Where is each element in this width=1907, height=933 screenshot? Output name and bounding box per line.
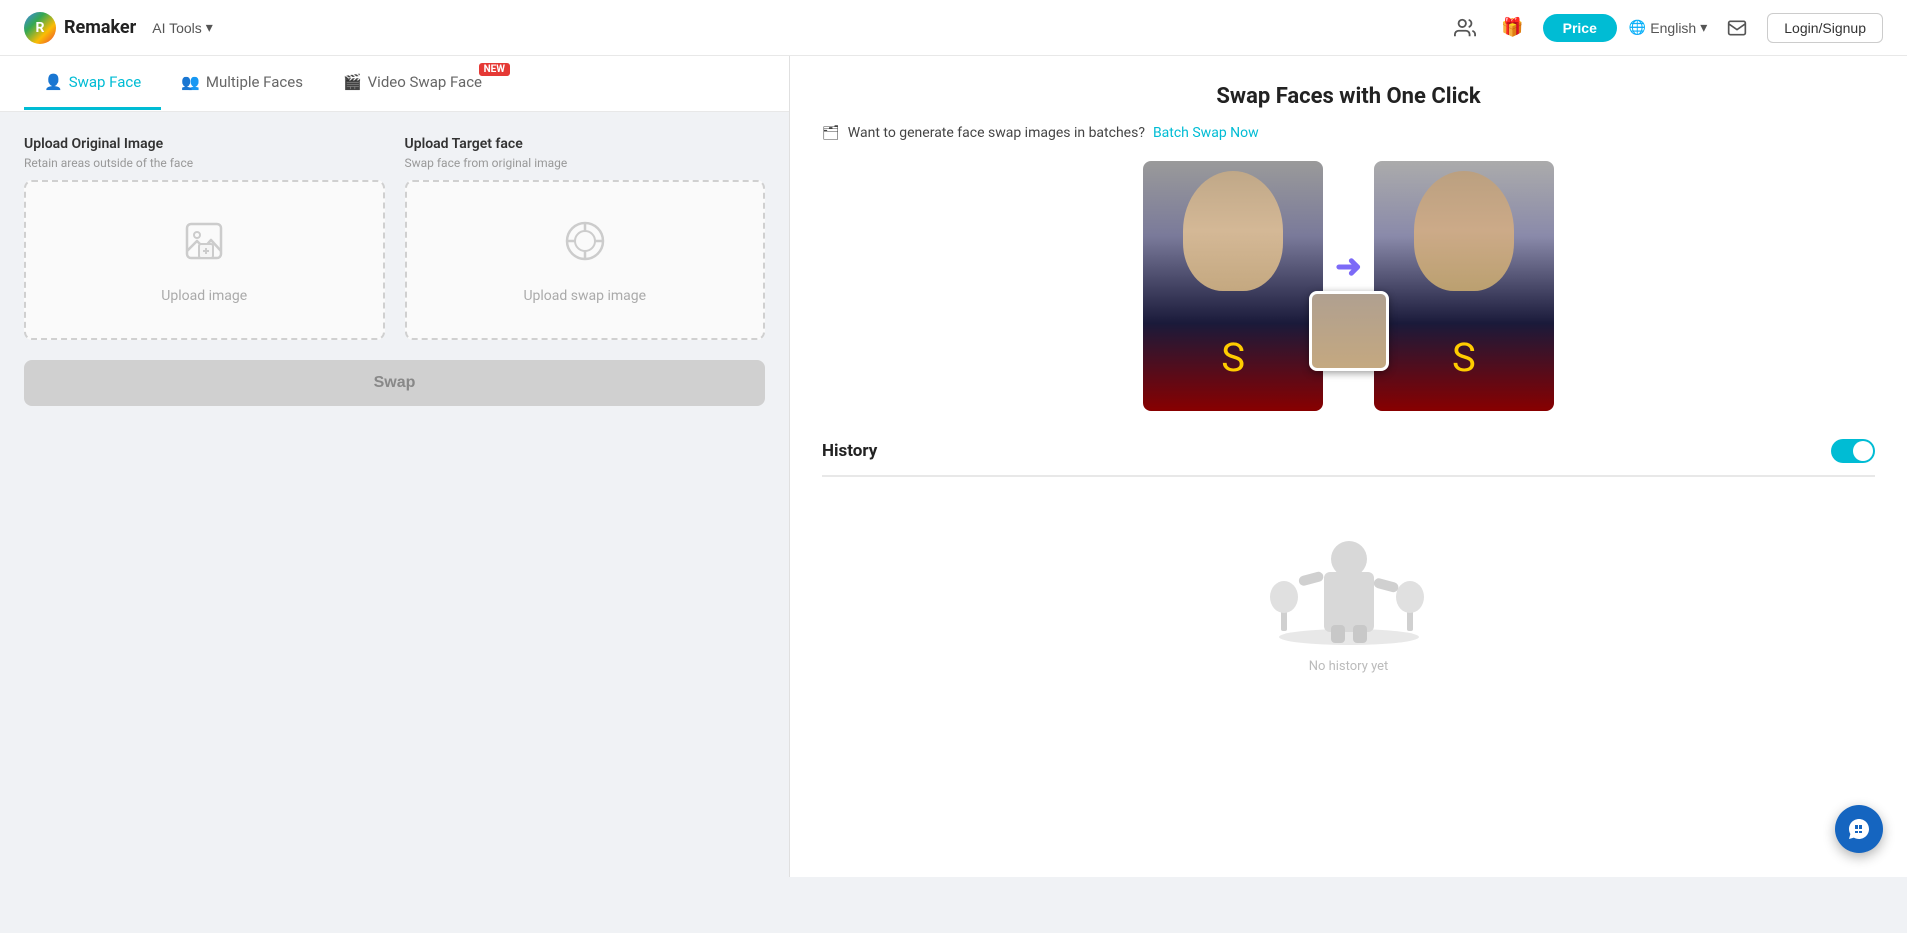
original-image-wrapper: Upload Original Image Retain areas outsi… <box>24 136 385 340</box>
gift-icon-button[interactable]: 🎁 <box>1495 10 1531 46</box>
target-label: Upload Target face <box>405 136 766 152</box>
small-face-overlay <box>1309 291 1389 371</box>
history-toggle[interactable] <box>1831 439 1875 463</box>
target-sublabel: Swap face from original image <box>405 156 766 170</box>
empty-history: No history yet <box>822 497 1875 694</box>
target-upload-text: Upload swap image <box>523 288 646 304</box>
batch-swap-link[interactable]: Batch Swap Now <box>1153 125 1259 141</box>
upload-row: Upload Original Image Retain areas outsi… <box>24 136 765 340</box>
video-icon: 🎬 <box>343 73 362 91</box>
swap-button[interactable]: Swap <box>24 360 765 406</box>
ai-tools-label: AI Tools <box>152 20 202 36</box>
batch-text: Want to generate face swap images in bat… <box>848 125 1145 141</box>
empty-illustration <box>1259 517 1439 647</box>
left-panel: 👤 Swap Face 👥 Multiple Faces 🎬 Video Swa… <box>0 56 790 877</box>
upload-target-icon <box>560 216 610 276</box>
globe-icon: 🌐 <box>1629 19 1646 36</box>
header: R Remaker AI Tools ▾ 🎁 Price 🌐 English ▾ <box>0 0 1907 56</box>
brand-name: Remaker <box>64 17 136 38</box>
header-left: R Remaker AI Tools ▾ <box>24 12 221 44</box>
target-face-wrapper: Upload Target face Swap face from origin… <box>405 136 766 340</box>
swap-arrow-icon: ➜ <box>1335 247 1362 285</box>
upload-original-icon <box>179 216 229 276</box>
tab-multiple-faces-label: Multiple Faces <box>206 73 303 91</box>
upload-section: Upload Original Image Retain areas outsi… <box>0 112 789 877</box>
users-icon: 👥 <box>181 73 200 91</box>
toggle-knob <box>1853 441 1873 461</box>
main-layout: 👤 Swap Face 👥 Multiple Faces 🎬 Video Swa… <box>0 56 1907 877</box>
demo-image-container: S ➜ S <box>822 161 1875 411</box>
header-right: 🎁 Price 🌐 English ▾ Login/Signup <box>1447 10 1883 46</box>
mail-icon-button[interactable] <box>1719 10 1755 46</box>
chevron-down-icon: ▾ <box>1700 19 1707 36</box>
chevron-down-icon: ▾ <box>206 19 213 36</box>
new-badge: NEW <box>479 63 510 76</box>
user-icon: 👤 <box>44 73 63 91</box>
original-upload-box[interactable]: Upload image <box>24 180 385 340</box>
original-sublabel: Retain areas outside of the face <box>24 156 385 170</box>
tab-swap-face[interactable]: 👤 Swap Face <box>24 57 161 110</box>
tab-multiple-faces[interactable]: 👥 Multiple Faces <box>161 57 323 110</box>
demo-before-wrapper: S <box>1143 161 1323 411</box>
right-panel-title: Swap Faces with One Click <box>822 84 1875 109</box>
empty-history-text: No history yet <box>1309 659 1389 674</box>
ai-tools-button[interactable]: AI Tools ▾ <box>144 15 221 40</box>
logo-icon: R <box>24 12 56 44</box>
language-label: English <box>1650 20 1696 36</box>
history-title: History <box>822 441 877 461</box>
demo-after-image: S <box>1374 161 1554 411</box>
tab-video-swap-face[interactable]: 🎬 Video Swap Face NEW <box>323 57 514 110</box>
layers-icon: 🗂 <box>822 125 840 141</box>
target-upload-box[interactable]: Upload swap image <box>405 180 766 340</box>
tab-video-swap-face-label: Video Swap Face <box>368 73 482 91</box>
users-icon-button[interactable] <box>1447 10 1483 46</box>
original-upload-text: Upload image <box>161 288 247 304</box>
original-label: Upload Original Image <box>24 136 385 152</box>
language-button[interactable]: 🌐 English ▾ <box>1629 19 1707 36</box>
tabs-bar: 👤 Swap Face 👥 Multiple Faces 🎬 Video Swa… <box>0 56 789 112</box>
right-panel: Swap Faces with One Click 🗂 Want to gene… <box>790 56 1907 877</box>
tab-swap-face-label: Swap Face <box>69 73 142 91</box>
chat-button[interactable] <box>1835 805 1883 853</box>
demo-after-wrapper: S <box>1374 161 1554 411</box>
arrow-wrapper: ➜ <box>1335 161 1362 411</box>
history-header: History <box>822 439 1875 477</box>
demo-before-image: S <box>1143 161 1323 411</box>
login-signup-button[interactable]: Login/Signup <box>1767 13 1883 43</box>
price-button[interactable]: Price <box>1543 14 1617 42</box>
batch-info: 🗂 Want to generate face swap images in b… <box>822 125 1875 141</box>
